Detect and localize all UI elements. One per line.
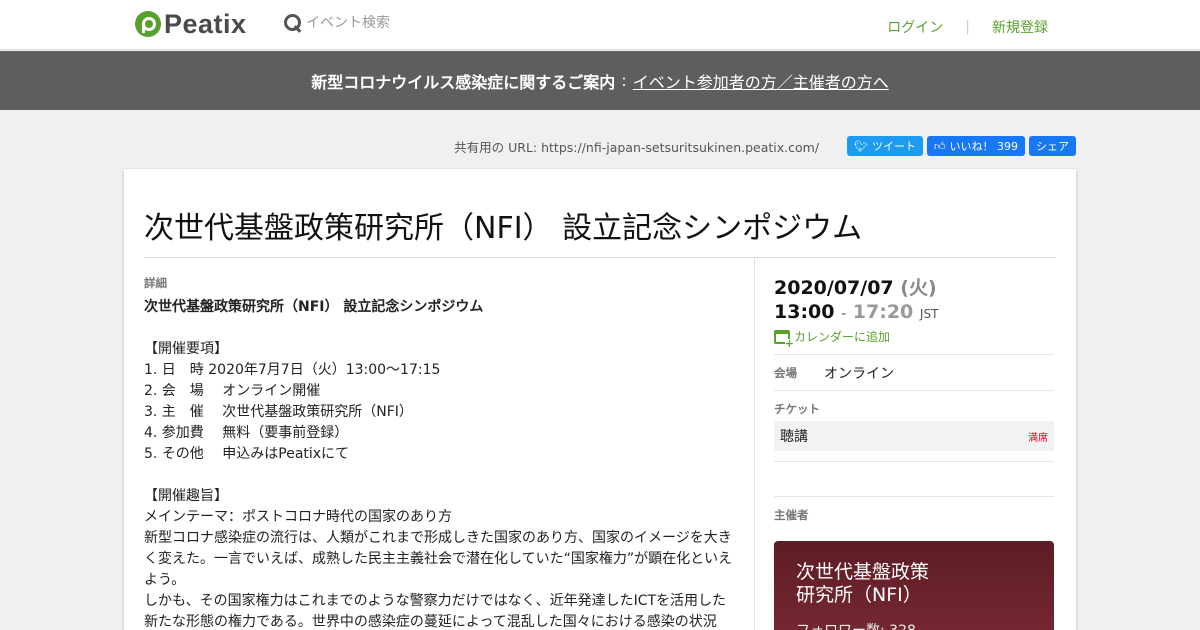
add-to-calendar-link[interactable]: カレンダーに追加 [774, 328, 1054, 349]
search-bar [283, 12, 483, 34]
event-title: 次世代基盤政策研究所（NFI） 設立記念シンポジウム [144, 211, 863, 246]
time-end: 17:20 [852, 301, 914, 323]
add-calendar-label: カレンダーに追加 [794, 330, 891, 344]
search-input[interactable] [306, 15, 476, 31]
description-line: しかも、その国家権力はこれまでのような警察力だけではなく、近年発達したICTを活… [144, 593, 727, 630]
organizer-name[interactable]: 次世代基盤政策 研究所（NFI） [796, 561, 1032, 607]
divider [774, 496, 1054, 497]
description-line: 5. その他 申込みはPeatixにて [144, 446, 350, 462]
like-label: いいね！ 399 [949, 140, 1019, 153]
top-header: Peatix ログイン | 新規登録 [0, 0, 1200, 50]
banner-colon: : [621, 71, 627, 90]
peatix-logo-icon [135, 11, 161, 37]
description-line: 1. 日 時 2020年7月7日（火）13:00〜17:15 [144, 362, 441, 378]
organizer-label: 主催者 [774, 508, 809, 522]
description-line: メインテーマ：ポストコロナ時代の国家のあり方 [144, 509, 452, 525]
time-dash: - [841, 306, 847, 322]
share-label: シェア [1036, 140, 1069, 153]
description-line: 3. 主 催 次世代基盤政策研究所（NFI） [144, 404, 413, 420]
ticket-label: チケット [774, 402, 820, 416]
details-label: 詳細 [144, 276, 167, 290]
calendar-add-icon [774, 329, 794, 349]
share-url: 共有用の URL: https://nfi-japan-setsuritsuki… [454, 139, 820, 155]
event-time: 13:00 - 17:20 JST [774, 301, 1054, 323]
description-line: 新型コロナ感染症の流行は、人類がこれまで形成しきた国家のあり方、国家のイメージを… [144, 530, 733, 588]
organizer-name-line2: 研究所（NFI） [796, 584, 922, 606]
share-bar: 共有用の URL: https://nfi-japan-setsuritsuki… [454, 136, 1076, 156]
event-sidebar: 2020/07/07 (火) 13:00 - 17:20 JST カレンダーに追… [774, 273, 1054, 630]
divider [774, 461, 1054, 462]
nav-separator: | [965, 19, 970, 35]
column-divider [754, 258, 755, 630]
event-description: 次世代基盤政策研究所（NFI） 設立記念シンポジウム 【開催要項】 1. 日 時 2… [144, 297, 734, 630]
weekday: (火) [900, 277, 937, 299]
title-divider [144, 257, 1056, 258]
description-line: 【開催要項】 [144, 341, 228, 357]
description-line [144, 465, 734, 486]
organizer-card[interactable]: 次世代基盤政策 研究所（NFI） フォロワー数: 328 [774, 541, 1054, 630]
ticket-row: 聴講 満席 [774, 421, 1054, 451]
tweet-button[interactable]: 🐦︎ ツイート [847, 136, 923, 156]
venue-value: オンライン [824, 365, 894, 382]
description-line [144, 318, 734, 339]
time-start: 13:00 [774, 301, 835, 323]
facebook-like-button[interactable]: 👍︎ いいね！ 399 [927, 136, 1025, 156]
timezone: JST [919, 307, 939, 321]
signup-link[interactable]: 新規登録 [992, 17, 1048, 37]
tweet-label: ツイート [872, 140, 916, 153]
divider [774, 390, 1054, 391]
soldout-badge: 満席 [1028, 432, 1048, 444]
venue-label: 会場 [774, 365, 797, 380]
description-line: 2. 会 場 オンライン開催 [144, 383, 321, 399]
date-value: 2020/07/07 [774, 277, 894, 299]
covid-notice-banner: 新型コロナウイルス感染症に関するご案内 : イベント参加者の方／主催者の方へ [0, 51, 1200, 110]
description-line: 4. 参加費 無料（要事前登録） [144, 425, 349, 441]
ticket-name: 聴講 [780, 429, 808, 445]
description-line: 次世代基盤政策研究所（NFI） 設立記念シンポジウム [144, 299, 484, 315]
event-details: 詳細 次世代基盤政策研究所（NFI） 設立記念シンポジウム 【開催要項】 1. 日 … [144, 275, 734, 630]
event-date: 2020/07/07 (火) [774, 273, 1054, 300]
follower-count: フォロワー数: 328 [796, 620, 1032, 630]
banner-heading: 新型コロナウイルス感染症に関するご案内 [311, 72, 616, 92]
event-card: 次世代基盤政策研究所（NFI） 設立記念シンポジウム 詳細 次世代基盤政策研究所… [124, 169, 1076, 630]
thumbs-up-icon: 👍︎ [934, 139, 946, 153]
logo-text: Peatix [164, 8, 247, 39]
banner-link[interactable]: イベント参加者の方／主催者の方へ [633, 69, 889, 93]
venue-row: 会場 オンライン [774, 355, 1054, 390]
twitter-bird-icon: 🐦︎ [854, 139, 868, 153]
description-line: 【開催趣旨】 [144, 488, 228, 504]
facebook-share-button[interactable]: シェア [1029, 136, 1076, 156]
header-nav: ログイン | 新規登録 [887, 17, 1048, 37]
search-icon[interactable] [283, 13, 303, 33]
organizer-name-line1: 次世代基盤政策 [796, 561, 930, 583]
peatix-logo[interactable]: Peatix [135, 9, 247, 39]
login-link[interactable]: ログイン [887, 17, 943, 37]
